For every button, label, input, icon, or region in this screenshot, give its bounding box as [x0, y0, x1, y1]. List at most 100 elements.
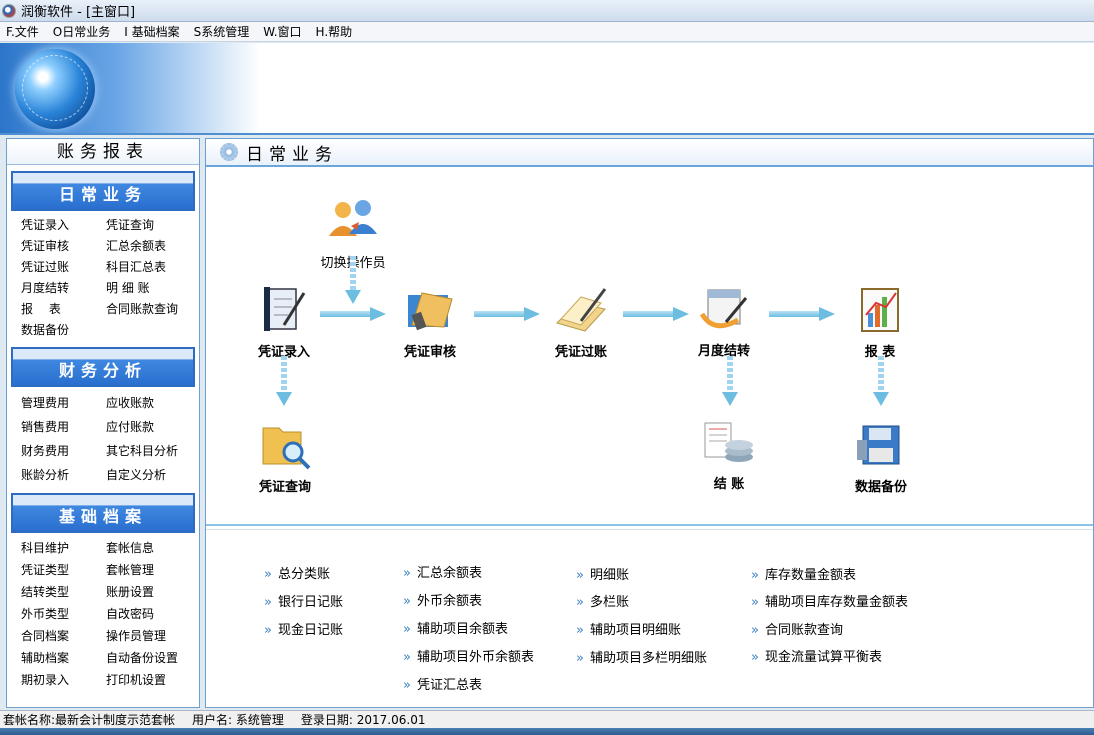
sidebar-section-finance-analysis[interactable]: 财务分析 — [11, 347, 195, 387]
flow-closing[interactable]: 结 账 — [684, 417, 774, 492]
nav-contract-archive[interactable]: 合同档案 — [21, 625, 106, 647]
report-inventory-qty-amount[interactable]: » 库存数量金额表 — [751, 564, 856, 583]
nav-printer-settings[interactable]: 打印机设置 — [106, 669, 199, 691]
nav-sales-expense[interactable]: 销售费用 — [21, 415, 106, 439]
chevron-right-icon: » — [751, 623, 759, 638]
nav-opening-entry[interactable]: 期初录入 — [21, 669, 106, 691]
nav-auto-backup-settings[interactable]: 自动备份设置 — [106, 647, 199, 669]
nav-voucher-entry[interactable]: 凭证录入 — [21, 215, 106, 236]
arrow-operator-to-entry — [345, 256, 361, 304]
clipboard-pen-icon — [264, 287, 306, 331]
chevron-right-icon: » — [403, 594, 411, 609]
menu-basic-archive[interactable]: I 基础档案 — [124, 23, 179, 40]
archive-nav-list: 科目维护 套帐信息 凭证类型 套帐管理 结转类型 账册设置 外币类型 自改密码 … — [7, 537, 199, 691]
nav-account-set-info[interactable]: 套帐信息 — [106, 537, 199, 559]
menu-system-management[interactable]: S系统管理 — [194, 23, 250, 40]
nav-payables[interactable]: 应付账款 — [106, 415, 199, 439]
main-header: 日常业务 — [206, 139, 1093, 167]
nav-month-close[interactable]: 月度结转 — [21, 278, 106, 299]
sidebar-section-daily[interactable]: 日常业务 — [11, 171, 195, 211]
nav-other-account-analysis[interactable]: 其它科目分析 — [106, 439, 199, 463]
nav-operator-management[interactable]: 操作员管理 — [106, 625, 199, 647]
report-auxiliary-inventory[interactable]: » 辅助项目库存数量金额表 — [751, 591, 908, 610]
nav-change-password[interactable]: 自改密码 — [106, 603, 199, 625]
flow-report[interactable]: 报 表 — [835, 285, 925, 360]
report-auxiliary-balance[interactable]: » 辅助项目余额表 — [403, 618, 508, 637]
report-general-ledger[interactable]: » 总分类账 — [264, 563, 330, 582]
taskbar — [0, 728, 1094, 735]
flow-voucher-entry[interactable]: 凭证录入 — [239, 285, 329, 360]
report-bank-journal[interactable]: » 银行日记账 — [264, 591, 343, 610]
main-panel: 日常业务 切换操作员 凭证录入 凭证审核 凭 — [205, 138, 1094, 708]
main-title: 日常业务 — [246, 144, 338, 165]
nav-contract-query[interactable]: 合同账款查询 — [106, 299, 199, 320]
report-auxiliary-foreign-balance[interactable]: » 辅助项目外币余额表 — [403, 646, 534, 665]
chevron-right-icon: » — [576, 651, 584, 666]
arrow-audit-to-post — [474, 307, 540, 321]
nav-voucher-post[interactable]: 凭证过账 — [21, 257, 106, 278]
bar-chart-icon — [861, 288, 899, 332]
nav-data-backup[interactable]: 数据备份 — [21, 320, 106, 341]
report-summary-balance[interactable]: » 汇总余额表 — [403, 562, 482, 581]
nav-summary-balance[interactable]: 汇总余额表 — [106, 236, 199, 257]
report-cash-flow-trial[interactable]: » 现金流量试算平衡表 — [751, 646, 882, 665]
chevron-right-icon: » — [403, 566, 411, 581]
nav-voucher-query[interactable]: 凭证查询 — [106, 215, 199, 236]
nav-admin-expense[interactable]: 管理费用 — [21, 391, 106, 415]
arrow-close-to-closing — [722, 356, 738, 406]
coins-ledger-icon — [704, 422, 753, 462]
nav-voucher-audit[interactable]: 凭证审核 — [21, 236, 106, 257]
arrow-report-to-backup — [873, 356, 889, 406]
arrow-entry-to-audit — [320, 307, 386, 321]
nav-currency-type[interactable]: 外币类型 — [21, 603, 106, 625]
nav-detail-ledger[interactable]: 明 细 账 — [106, 278, 199, 299]
nav-aging-analysis[interactable]: 账龄分析 — [21, 463, 106, 487]
flow-month-close[interactable]: 月度结转 — [679, 284, 769, 359]
folder-hammer-icon — [408, 292, 453, 331]
nav-report[interactable]: 报 表 — [21, 299, 106, 320]
report-multi-column-ledger[interactable]: » 多栏账 — [576, 591, 629, 610]
chevron-right-icon: » — [264, 623, 272, 638]
flow-backup-label: 数据备份 — [854, 480, 907, 495]
report-auxiliary-multi-column[interactable]: » 辅助项目多栏明细账 — [576, 647, 707, 666]
report-auxiliary-detail[interactable]: » 辅助项目明细账 — [576, 619, 681, 638]
menu-bar: F.文件 O日常业务 I 基础档案 S系统管理 W.窗口 H.帮助 — [0, 22, 1094, 42]
flow-voucher-query[interactable]: 凭证查询 — [240, 420, 330, 495]
menu-window[interactable]: W.窗口 — [263, 23, 301, 40]
nav-transfer-type[interactable]: 结转类型 — [21, 581, 106, 603]
report-voucher-summary[interactable]: » 凭证汇总表 — [403, 674, 482, 693]
nav-receivables[interactable]: 应收账款 — [106, 391, 199, 415]
menu-file[interactable]: F.文件 — [6, 23, 39, 40]
flow-backup[interactable]: 数据备份 — [836, 420, 926, 495]
report-detail-ledger[interactable]: » 明细账 — [576, 564, 629, 583]
sidebar-section-basic-archive[interactable]: 基础档案 — [11, 493, 195, 533]
chevron-right-icon: » — [403, 650, 411, 665]
nav-account-summary[interactable]: 科目汇总表 — [106, 257, 199, 278]
nav-account-set-management[interactable]: 套帐管理 — [106, 559, 199, 581]
nav-auxiliary-archive[interactable]: 辅助档案 — [21, 647, 106, 669]
menu-help[interactable]: H.帮助 — [316, 23, 353, 40]
status-bar: 套帐名称:最新会计制度示范套帐 用户名: 系统管理 登录日期: 2017.06.… — [0, 710, 1094, 728]
chevron-right-icon: » — [403, 678, 411, 693]
nav-finance-expense[interactable]: 财务费用 — [21, 439, 106, 463]
nav-custom-analysis[interactable]: 自定义分析 — [106, 463, 199, 487]
report-foreign-currency-balance[interactable]: » 外币余额表 — [403, 590, 482, 609]
title-bar: 润衡软件 - [主窗口] — [0, 0, 1094, 22]
report-cash-journal[interactable]: » 现金日记账 — [264, 619, 343, 638]
chevron-right-icon: » — [576, 568, 584, 583]
menu-daily-business[interactable]: O日常业务 — [53, 23, 110, 40]
chevron-right-icon: » — [576, 595, 584, 610]
calendar-arrow-icon — [699, 289, 748, 329]
flow-voucher-audit[interactable]: 凭证审核 — [385, 285, 475, 360]
flow-voucher-query-label: 凭证查询 — [258, 480, 311, 495]
chevron-right-icon: » — [264, 595, 272, 610]
banner — [0, 43, 1094, 135]
chevron-right-icon: » — [576, 623, 584, 638]
app-logo-icon — [2, 3, 16, 18]
flow-voucher-post-label: 凭证过账 — [554, 345, 607, 360]
nav-voucher-type[interactable]: 凭证类型 — [21, 559, 106, 581]
nav-account-maintenance[interactable]: 科目维护 — [21, 537, 106, 559]
report-contract-query[interactable]: » 合同账款查询 — [751, 619, 843, 638]
nav-ledger-settings[interactable]: 账册设置 — [106, 581, 199, 603]
flow-voucher-post[interactable]: 凭证过账 — [536, 285, 626, 360]
